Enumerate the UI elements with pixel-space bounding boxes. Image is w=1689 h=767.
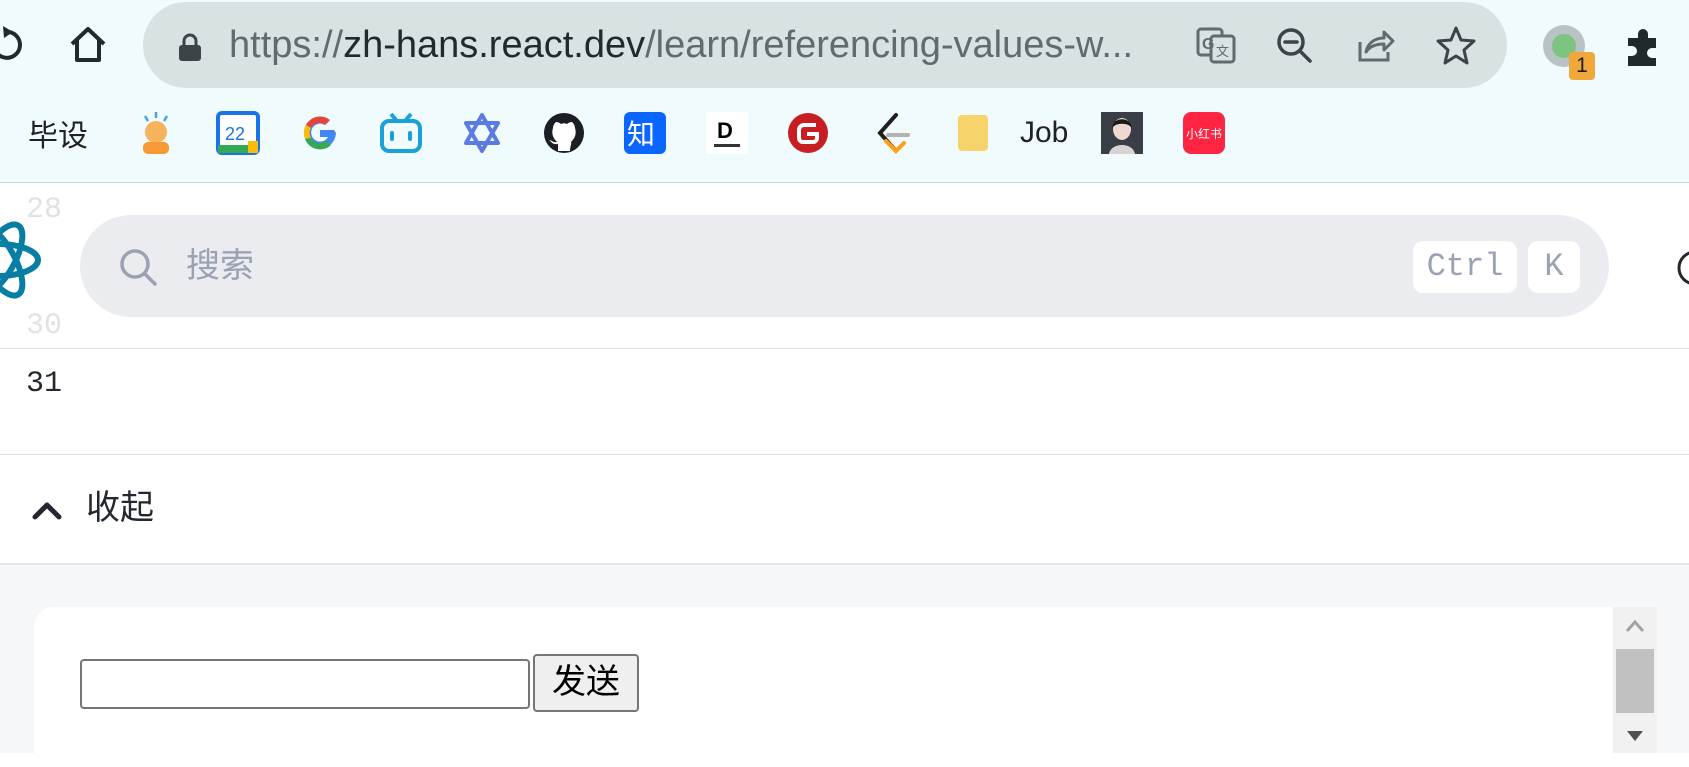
bookmark-label: Job <box>1020 116 1069 149</box>
gitee-icon[interactable] <box>786 110 830 156</box>
svg-text:小红书: 小红书 <box>1186 126 1222 141</box>
scrollbar-thumb[interactable] <box>1616 649 1654 713</box>
shortcut-k-key: K <box>1528 241 1580 293</box>
svg-text:知: 知 <box>627 118 655 151</box>
folder-icon <box>0 111 12 155</box>
svg-text:G: G <box>1202 36 1214 53</box>
svg-text:文: 文 <box>1216 45 1229 60</box>
star-of-david-app-icon[interactable] <box>460 110 504 156</box>
svg-text:22: 22 <box>225 124 245 144</box>
avatar-emoji-icon[interactable] <box>133 110 179 156</box>
extensions-icon[interactable] <box>1620 22 1668 70</box>
search-bar[interactable]: 搜索 Ctrl K <box>80 215 1609 317</box>
calendar-icon[interactable]: 22 <box>216 110 260 156</box>
scroll-up-arrow-icon[interactable] <box>1625 619 1645 633</box>
extension-badge: 1 <box>1569 52 1595 80</box>
home-icon[interactable] <box>66 22 110 66</box>
svg-text:D: D <box>717 118 733 143</box>
preview-scrollbar[interactable] <box>1613 607 1657 753</box>
google-icon[interactable] <box>298 110 342 156</box>
bookmark-folder-bishe[interactable]: 毕设 <box>0 110 88 156</box>
bookmark-label: 毕设 <box>28 120 88 153</box>
zoom-out-icon[interactable] <box>1273 24 1315 66</box>
xiaohongshu-icon[interactable]: 小红书 <box>1183 110 1225 156</box>
react-logo-icon[interactable] <box>0 205 42 315</box>
chevron-up-icon <box>32 502 62 520</box>
search-placeholder: 搜索 <box>186 247 254 285</box>
message-input[interactable] <box>80 659 530 709</box>
docs-top-nav: 28 30 搜索 Ctrl K <box>0 183 1689 349</box>
bookmark-folder-job[interactable]: Job <box>954 110 1068 156</box>
star-icon[interactable] <box>1435 24 1477 66</box>
theme-toggle-icon[interactable] <box>1675 248 1689 288</box>
lock-icon[interactable] <box>177 33 203 61</box>
reload-icon[interactable] <box>0 24 32 64</box>
url-text[interactable]: https://zh-hans.react.dev/learn/referenc… <box>229 20 1304 70</box>
collapse-label: 收起 <box>86 489 154 527</box>
share-icon[interactable] <box>1354 24 1396 66</box>
folder-icon <box>958 115 988 151</box>
github-icon[interactable] <box>542 110 586 156</box>
shortcut-ctrl-key: Ctrl <box>1413 241 1517 293</box>
search-icon <box>120 249 157 286</box>
sandbox-preview-frame: 发送 <box>34 607 1656 767</box>
code-line: 31 <box>0 349 1689 455</box>
sandbox-preview-area: 发送 <box>0 565 1689 767</box>
browser-toolbar: https://zh-hans.react.dev/learn/referenc… <box>0 0 1689 183</box>
collapse-toggle[interactable]: 收起 <box>0 455 1689 565</box>
send-button[interactable]: 发送 <box>533 654 639 712</box>
scroll-down-arrow-icon[interactable] <box>1625 729 1645 743</box>
leetcode-icon[interactable] <box>870 110 914 156</box>
translate-icon[interactable]: G 文 <box>1195 24 1237 66</box>
address-bar[interactable]: https://zh-hans.react.dev/learn/referenc… <box>143 2 1507 88</box>
code-note-icon[interactable]: D <box>706 110 748 156</box>
line-number: 31 <box>26 367 63 401</box>
bilibili-icon[interactable] <box>379 110 423 156</box>
portrait-icon[interactable] <box>1101 110 1143 156</box>
zhihu-icon[interactable]: 知 <box>624 110 666 156</box>
